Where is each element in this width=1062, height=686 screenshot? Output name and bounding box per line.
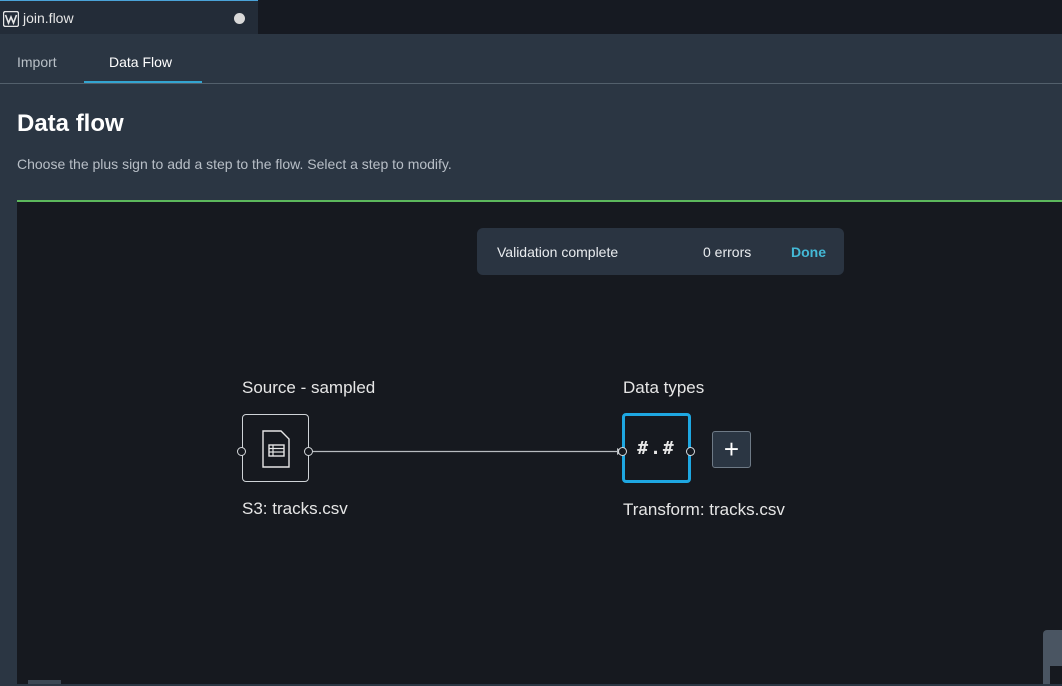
page-header: Data flow Choose the plus sign to add a … [0, 84, 1062, 200]
panel-handle-notch [1050, 666, 1062, 684]
source-node[interactable] [242, 414, 309, 482]
tab-import[interactable]: Import [17, 54, 57, 70]
document-table-icon [262, 430, 290, 468]
canvas-bottom-control[interactable] [28, 680, 61, 684]
unsaved-dot-icon[interactable] [234, 13, 245, 24]
active-tab-indicator [84, 81, 202, 83]
data-types-glyph: #.# [637, 438, 676, 459]
view-tabs: Import Data Flow [0, 34, 1062, 84]
transform-node-label: Transform: tracks.csv [623, 500, 785, 519]
editor-tab-strip: join.flow [0, 0, 1062, 34]
page-title: Data flow [17, 110, 124, 137]
source-node-label: S3: tracks.csv [242, 499, 348, 518]
flow-edge [313, 448, 623, 455]
file-tab-name: join.flow [23, 10, 74, 26]
tab-data-flow[interactable]: Data Flow [109, 54, 172, 70]
transform-input-port[interactable] [618, 447, 627, 456]
transform-node[interactable]: #.# [622, 413, 691, 483]
file-tab[interactable]: join.flow [0, 0, 258, 34]
transform-output-port[interactable] [686, 447, 695, 456]
page-subtitle: Choose the plus sign to add a step to th… [17, 156, 452, 172]
sagemaker-logo-icon [3, 11, 19, 27]
canvas-side-panel-handle[interactable] [1043, 630, 1062, 684]
source-node-title: Source - sampled [242, 378, 376, 397]
flow-canvas[interactable]: Validation complete 0 errors Done Source… [17, 200, 1062, 684]
plus-icon: + [723, 434, 740, 464]
source-output-port[interactable] [304, 447, 313, 456]
source-input-port[interactable] [237, 447, 246, 456]
transform-node-title: Data types [623, 378, 705, 397]
add-step-button[interactable]: + [712, 431, 751, 468]
